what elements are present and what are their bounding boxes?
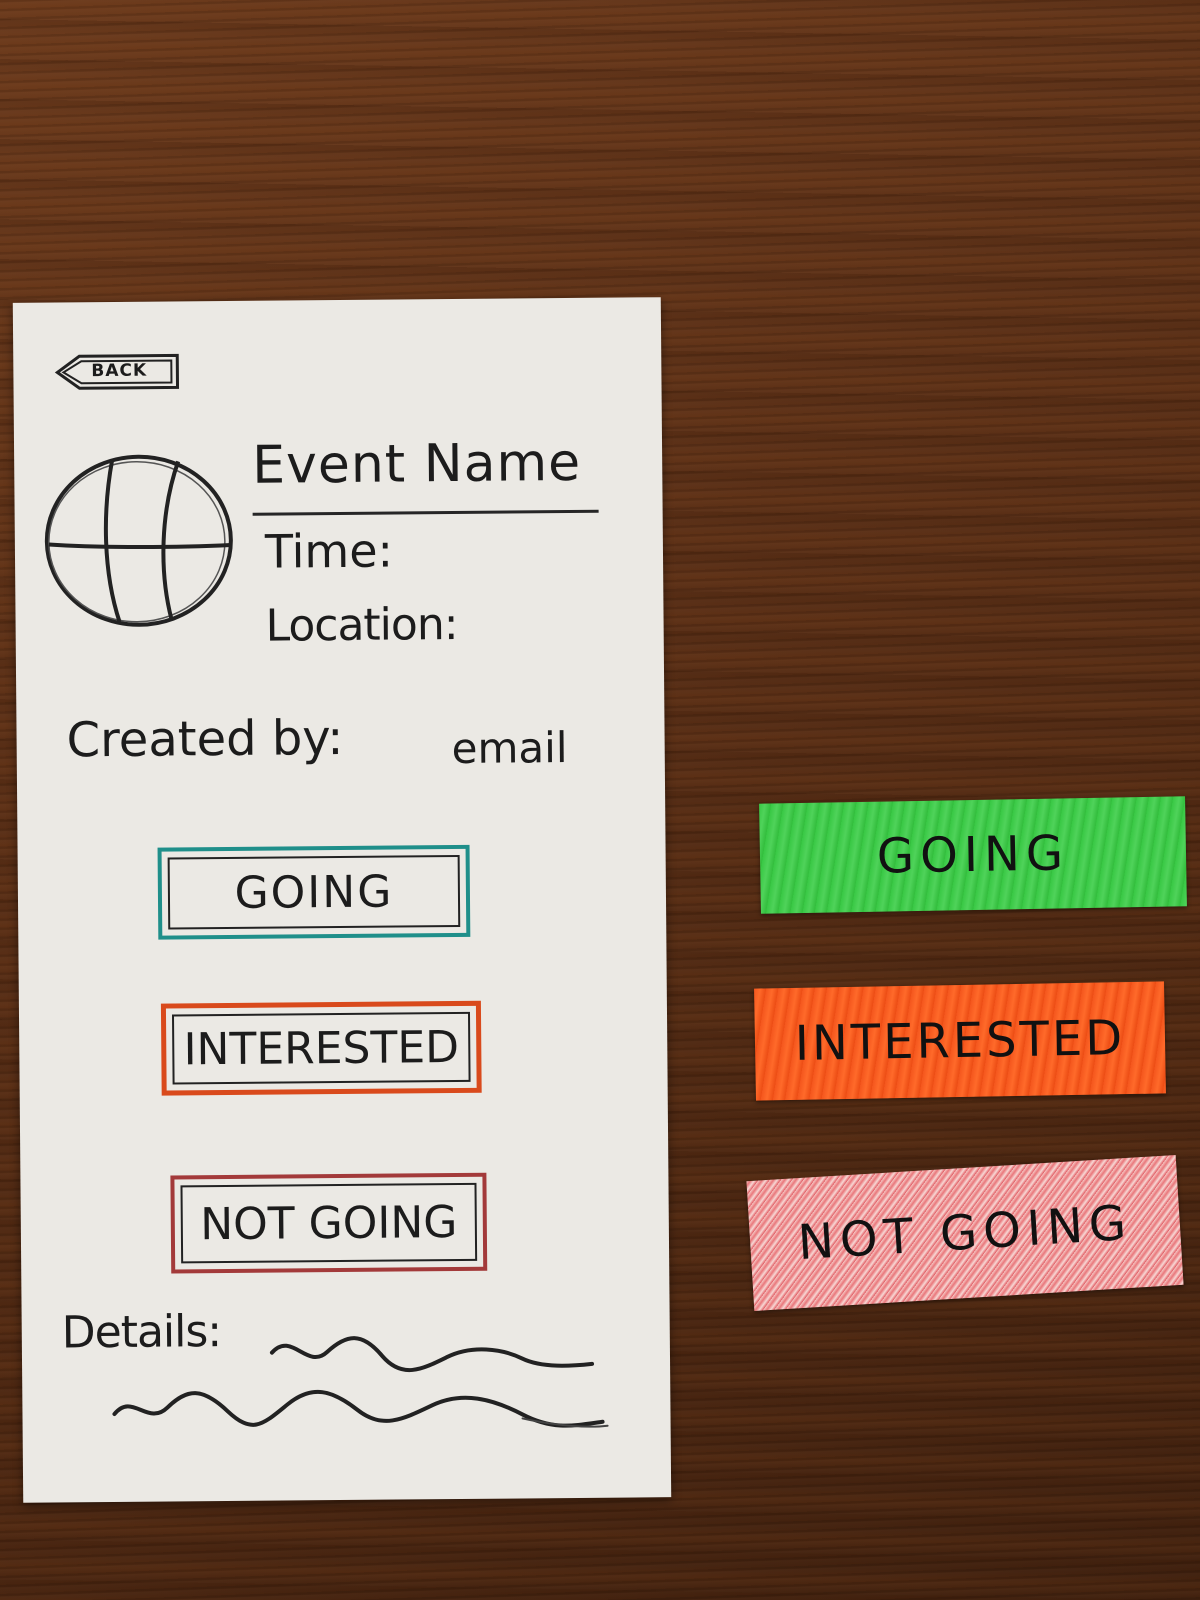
not-going-cutout-label: NOT GOING — [796, 1194, 1134, 1272]
not-going-button-label: NOT GOING — [200, 1196, 458, 1250]
basketball-icon — [44, 454, 233, 627]
back-label: BACK — [91, 360, 148, 382]
going-button-label: GOING — [234, 866, 394, 919]
event-name: Event Name — [251, 432, 582, 496]
interested-button[interactable]: INTERESTED — [160, 1000, 482, 1096]
details-placeholder-scribble — [112, 1336, 609, 1428]
time-label: Time: — [264, 523, 394, 579]
interested-cutout-label: INTERESTED — [794, 1010, 1126, 1072]
back-button[interactable]: BACK — [53, 351, 181, 392]
going-cutout-label: GOING — [876, 825, 1070, 885]
going-cutout-overlay[interactable]: GOING — [759, 796, 1187, 914]
created-by-label: Created by: — [66, 709, 344, 769]
workspace: { "screen": { "back_label": "BACK", "eve… — [0, 0, 1200, 1600]
going-button[interactable]: GOING — [157, 844, 471, 940]
location-label: Location: — [265, 598, 458, 652]
not-going-cutout-overlay[interactable]: NOT GOING — [746, 1154, 1184, 1312]
not-going-button[interactable]: NOT GOING — [170, 1172, 488, 1274]
interested-button-label: INTERESTED — [183, 1021, 460, 1075]
interested-cutout-overlay[interactable]: INTERESTED — [754, 981, 1166, 1101]
paper-prototype-screen: BACK Event Name Time: Location: Created … — [12, 297, 672, 1503]
title-underline — [252, 509, 599, 516]
created-by-email: email — [451, 723, 568, 774]
